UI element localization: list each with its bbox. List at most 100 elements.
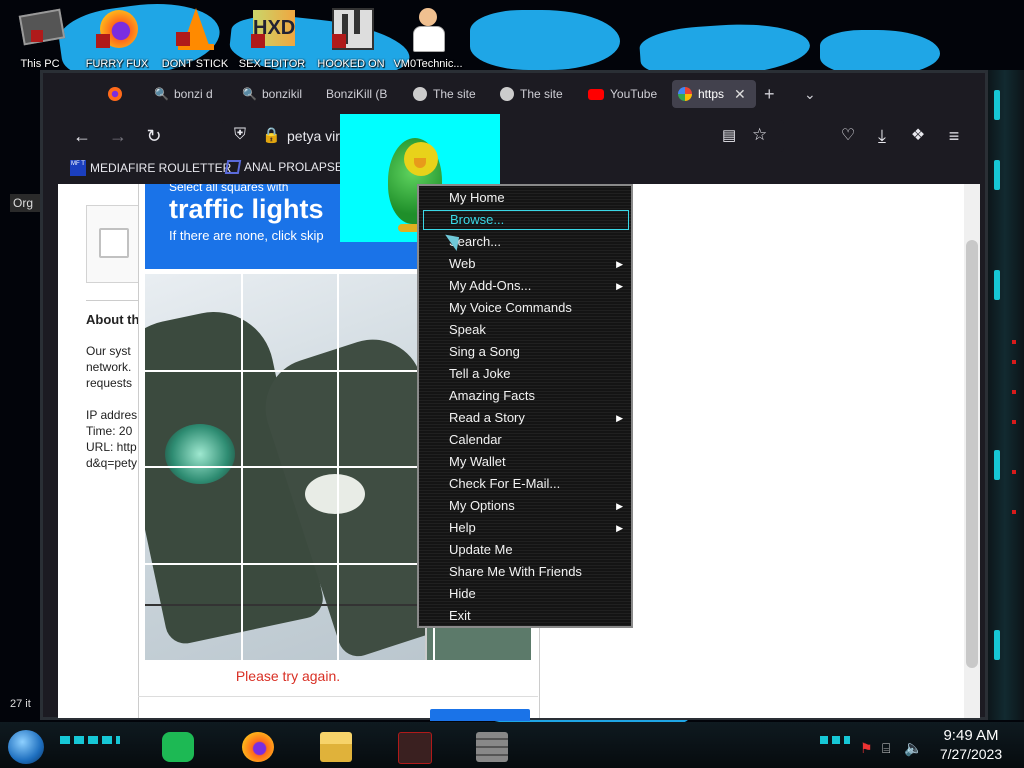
bookmark-star-icon[interactable]: ☆ [752,125,767,145]
plus-icon: + [764,83,775,104]
puzzle-icon: ❖ [910,127,926,144]
desktop-icon-sex-editor[interactable]: HXD SEX EDITOR [234,6,310,70]
start-button[interactable] [8,730,44,764]
gamepad-app-icon[interactable] [398,732,432,764]
volume-icon[interactable]: 🔈 [904,739,923,757]
taskbar-decoration [60,736,120,744]
submenu-arrow-icon: ▶ [616,281,623,291]
maze-game-icon [328,6,374,52]
app-menu-button[interactable]: ≡ [942,124,966,148]
new-tab-button[interactable]: + [764,80,784,108]
menu-item-browse[interactable]: Browse... [423,210,629,230]
pocket-button[interactable]: ♡ [836,124,860,148]
menu-item-help[interactable]: Help ▶ [423,518,629,538]
firefox-icon [108,87,122,101]
lock-icon[interactable]: 🔒 [262,126,281,144]
menu-item-amazing-facts[interactable]: Amazing Facts [423,386,629,406]
menu-item-sing-a-song[interactable]: Sing a Song [423,342,629,362]
about-heading: About th [86,312,140,327]
arrow-left-icon: ← [73,126,91,146]
submenu-arrow-icon: ▶ [616,523,623,533]
divider [86,300,138,301]
reader-view-icon[interactable]: ▤ [722,126,736,144]
brick-wall-app-icon[interactable] [476,732,508,762]
captcha-tile[interactable] [241,563,337,660]
tab-label: BonziKill (B [326,87,388,101]
reload-button[interactable]: ↻ [142,124,166,148]
menu-item-speak[interactable]: Speak [423,320,629,340]
menu-item-my-options[interactable]: My Options ▶ [423,496,629,516]
menu-item-label: Browse... [450,212,505,227]
desktop-icon-this-pc[interactable]: This PC [2,6,78,70]
captcha-tile[interactable] [241,370,337,466]
captcha-tile[interactable] [241,274,337,370]
file-explorer-icon[interactable] [320,732,352,762]
menu-item-my-home[interactable]: My Home [423,188,629,208]
captcha-tile[interactable] [145,563,241,660]
menu-item-exit[interactable]: Exit [423,606,629,626]
tab-the-site-1[interactable]: The site [413,80,483,108]
search-icon: 🔍 [154,87,169,101]
menu-item-my-voice-commands[interactable]: My Voice Commands [423,298,629,318]
list-tabs-button[interactable]: ⌄ [804,80,824,108]
flag-icon[interactable]: ⚑ [860,740,873,757]
desktop-icon-label: SEX EDITOR [238,58,306,70]
bonzi-context-menu: My Home Browse... Search... Web ▶ My Add-Ons.… [417,184,633,628]
menu-item-read-a-story[interactable]: Read a Story ▶ [423,408,629,428]
url-text[interactable]: petya vir [287,128,340,144]
arrow-right-icon: → [109,126,127,146]
desktop-icon-dont-stick[interactable]: DONT STICK [157,6,233,70]
menu-item-my-add-ons[interactable]: My Add-Ons... ▶ [423,276,629,296]
menu-item-check-for-e-mail[interactable]: Check For E-Mail... [423,474,629,494]
bookmark-logo-icon [224,160,242,174]
bookmark-mediafire-rouletter[interactable]: MF T MEDIAFIRE ROULETTER [70,160,231,176]
captcha-tile[interactable] [145,370,241,466]
about-text-line: URL: http [86,440,137,454]
captcha-tile[interactable] [145,466,241,563]
doctor-icon [405,6,451,52]
tab-firefox-view[interactable] [108,80,138,108]
taskbar-clock[interactable]: 9:49 AM 7/27/2023 [930,727,1012,762]
captcha-tile[interactable] [241,466,337,563]
tab-label: https [698,87,725,101]
back-button[interactable]: ← [70,124,94,148]
tab-bonzikill[interactable]: BonziKill (B [326,80,396,108]
tab-google-active[interactable]: https ✕ [672,80,756,108]
tab-youtube[interactable]: YouTube [588,80,668,108]
close-icon[interactable]: ✕ [734,86,746,103]
tab-bonzikill-search[interactable]: 🔍 bonzikil [242,80,312,108]
menu-item-label: Amazing Facts [449,388,535,403]
scrollbar-thumb[interactable] [966,240,978,668]
menu-item-my-wallet[interactable]: My Wallet [423,452,629,472]
menu-item-web[interactable]: Web ▶ [423,254,629,274]
menu-item-update-me[interactable]: Update Me [423,540,629,560]
tab-the-site-2[interactable]: The site [500,80,570,108]
menu-item-label: Hide [449,586,476,601]
captcha-tile[interactable] [145,274,241,370]
menu-item-tell-a-joke[interactable]: Tell a Joke [423,364,629,384]
firefox-icon[interactable] [242,732,274,762]
bookmark-anal-prolapse[interactable]: ANAL PROLAPSE [224,160,343,174]
desktop-icon-vm0technic[interactable]: VM0Technic... [390,6,466,70]
shield-icon[interactable]: ⛨ [234,126,246,144]
menu-item-label: Sing a Song [449,344,520,359]
menu-item-label: Calendar [449,432,502,447]
menu-item-hide[interactable]: Hide [423,584,629,604]
downloads-button[interactable]: ⤓ [870,124,894,148]
network-icon[interactable]: ⌸ [882,740,890,757]
spotify-icon[interactable] [162,732,194,762]
menu-item-label: Read a Story [449,410,525,425]
forward-button[interactable]: → [106,124,130,148]
verify-button[interactable] [430,709,530,721]
this-pc-icon [17,6,66,52]
extensions-button[interactable]: ❖ [906,124,930,148]
desktop-icon-furry-fux[interactable]: FURRY FUX [79,6,155,70]
hxd-editor-icon: HXD [249,6,295,52]
menu-item-calendar[interactable]: Calendar [423,430,629,450]
url-bar[interactable]: ⛨ 🔒 petya vir ▤ ☆ [222,120,784,152]
menu-item-label: Web [449,256,476,271]
recaptcha-checkbox[interactable] [99,228,129,258]
menu-item-share-me-with-friends[interactable]: Share Me With Friends [423,562,629,582]
tab-bonzi-search[interactable]: 🔍 bonzi d [154,80,224,108]
desktop-icon-hooked-on[interactable]: HOOKED ON [313,6,389,70]
